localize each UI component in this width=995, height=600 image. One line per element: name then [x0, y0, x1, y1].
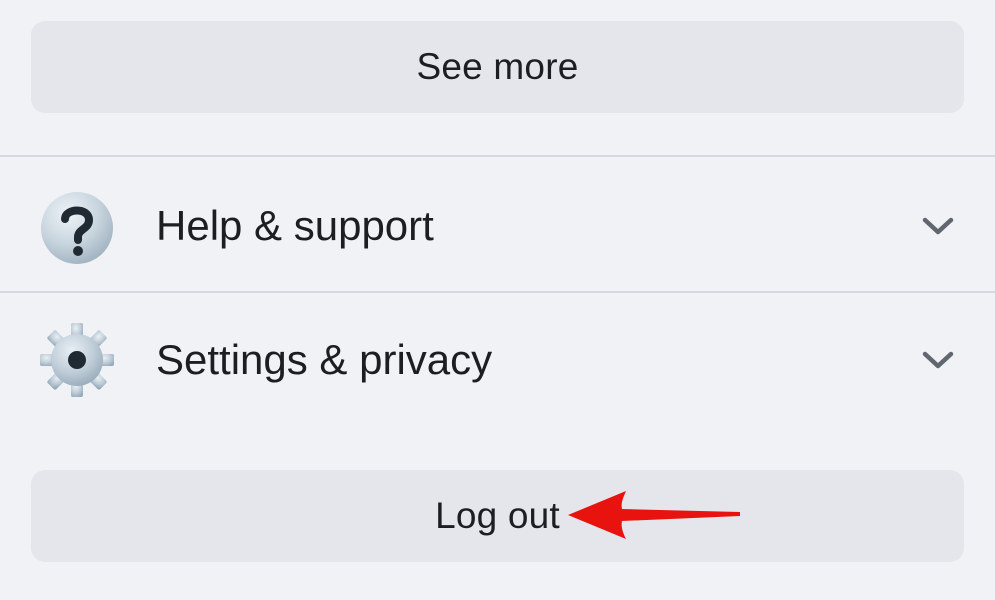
chevron-down-icon[interactable] [920, 345, 956, 375]
log-out-label: Log out [435, 495, 560, 536]
see-more-label: See more [416, 46, 579, 87]
see-more-button[interactable]: See more [31, 21, 964, 113]
chevron-down-icon[interactable] [920, 211, 956, 241]
log-out-button[interactable]: Log out [31, 470, 964, 562]
help-support-item[interactable]: Help & support [0, 171, 995, 281]
divider [0, 291, 995, 293]
help-support-label: Help & support [156, 202, 434, 249]
settings-privacy-label: Settings & privacy [156, 336, 493, 383]
gear-icon [40, 323, 114, 397]
divider [0, 155, 995, 157]
red-arrow-icon [568, 491, 740, 539]
settings-privacy-item[interactable]: Settings & privacy [0, 307, 995, 417]
account-menu: See more Help & support Settings & priva… [0, 0, 995, 600]
question-mark-icon [41, 192, 113, 264]
